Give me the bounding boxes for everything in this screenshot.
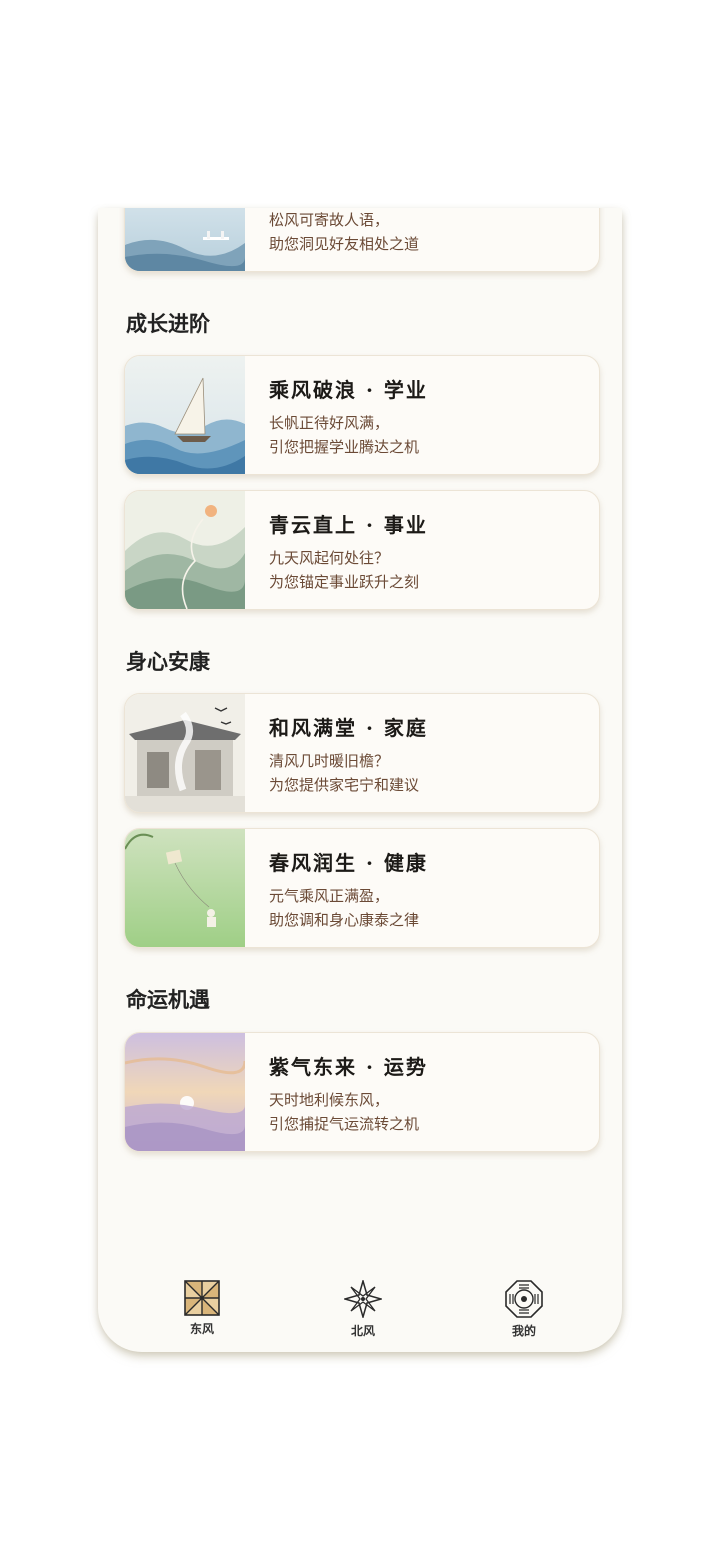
- section-title-growth: 成长进阶: [126, 312, 210, 336]
- card-title: 春风润生 · 健康: [269, 851, 428, 875]
- tab-label: 东风: [189, 1322, 214, 1336]
- tab-label: 我的: [511, 1324, 536, 1338]
- section-title-fortune: 命运机遇: [126, 988, 210, 1012]
- card-title: 和风满堂 · 家庭: [269, 716, 428, 740]
- card-subtitle-line2: 为您提供家宅宁和建议: [269, 776, 420, 794]
- card-image-mountain-path: [125, 491, 245, 609]
- tab-dongfeng[interactable]: 东风: [167, 1280, 237, 1344]
- card-fortune[interactable]: 紫气东来 · 运势 天时地利候东风， 引您捕捉气运流转之机: [124, 1032, 600, 1152]
- tab-label: 北风: [350, 1324, 375, 1338]
- section-title-wellbeing: 身心安康: [126, 650, 210, 674]
- card-title: 乘风破浪 · 学业: [269, 378, 428, 402]
- card-subtitle-line1: 长帆正待好风满，: [269, 414, 390, 432]
- card-family[interactable]: 和风满堂 · 家庭 清风几时暖旧檐？ 为您提供家宅宁和建议: [124, 693, 600, 813]
- card-subtitle-line2: 助您调和身心康泰之律: [269, 911, 420, 929]
- card-image-sailboat: [125, 356, 245, 474]
- card-subtitle-line1: 清风几时暖旧檐？: [269, 752, 390, 770]
- card-title: 青云直上 · 事业: [269, 513, 428, 537]
- card-subtitle-line2: 助您洞见好友相处之道: [269, 235, 420, 253]
- card-subtitle-line2: 引您捕捉气运流转之机: [269, 1115, 420, 1133]
- card-study[interactable]: 乘风破浪 · 学业 长帆正待好风满， 引您把握学业腾达之机: [124, 355, 600, 475]
- card-image-house-swallows: [125, 694, 245, 812]
- card-image-spring-meadow: [125, 829, 245, 947]
- card-subtitle-line1: 天时地利候东风，: [269, 1091, 390, 1109]
- card-subtitle-line2: 引您把握学业腾达之机: [269, 438, 420, 456]
- tab-mine[interactable]: 我的: [489, 1280, 559, 1344]
- compass-star-icon: [344, 1280, 382, 1318]
- card-career[interactable]: 青云直上 · 事业 九天风起何处往？ 为您锚定事业跃升之刻: [124, 490, 600, 610]
- app-screen: 松风可寄故人语， 助您洞见好友相处之道 成长进阶 乘风破浪 · 学业 长帆正待好…: [98, 208, 622, 1352]
- card-subtitle-line1: 元气乘风正满盈，: [269, 887, 390, 905]
- card-health[interactable]: 春风润生 · 健康 元气乘风正满盈， 助您调和身心康泰之律: [124, 828, 600, 948]
- card-image-purple-sunrise: [125, 1033, 245, 1151]
- bottom-tab-bar: 东风 北风 我的: [98, 1274, 622, 1344]
- card-subtitle-line2: 为您锚定事业跃升之刻: [269, 573, 420, 591]
- card-subtitle-line1: 九天风起何处往？: [269, 549, 390, 567]
- card-title: 紫气东来 · 运势: [269, 1055, 428, 1079]
- pinwheel-icon: [184, 1280, 220, 1316]
- tab-beifeng[interactable]: 北风: [328, 1280, 398, 1344]
- card-subtitle-line1: 松风可寄故人语，: [269, 211, 390, 229]
- card-friendship[interactable]: 松风可寄故人语， 助您洞见好友相处之道: [124, 208, 600, 272]
- bagua-icon: [505, 1280, 543, 1318]
- card-image-pine-wind: [125, 208, 245, 271]
